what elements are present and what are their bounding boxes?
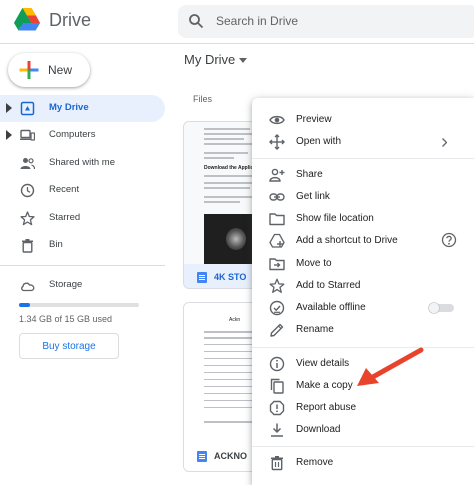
menu-item-label: Remove — [296, 457, 334, 468]
help-icon[interactable] — [441, 232, 457, 248]
info-icon — [269, 356, 285, 372]
storage-label: Storage — [49, 279, 83, 290]
plus-icon — [19, 61, 39, 79]
person-add-icon — [269, 168, 285, 182]
storage-usage-bar — [19, 303, 139, 307]
download-icon — [271, 423, 283, 437]
folder-icon — [269, 213, 285, 226]
caret-down-icon[interactable] — [239, 58, 247, 63]
open-with-icon — [269, 134, 285, 150]
pencil-icon — [270, 323, 284, 337]
eye-icon — [269, 115, 285, 125]
menu-divider — [252, 446, 474, 447]
buy-storage-label: Buy storage — [42, 341, 96, 352]
menu-item-preview[interactable]: Preview — [252, 109, 474, 131]
docs-icon — [197, 451, 207, 462]
page-title[interactable]: My Drive — [184, 52, 235, 67]
storage-usage-text: 1.34 GB of 15 GB used — [19, 314, 113, 324]
star-icon — [20, 211, 35, 226]
file-name: 4K STO — [214, 272, 247, 282]
menu-item-label: Add a shortcut to Drive — [296, 235, 398, 246]
menu-item-move-to[interactable]: Move to — [252, 253, 474, 275]
menu-divider — [252, 158, 474, 159]
menu-item-show-file-location[interactable]: Show file location — [252, 208, 474, 230]
star-icon — [269, 278, 285, 293]
sidebar-item-label: Starred — [49, 212, 81, 223]
file-name: ACKNO — [214, 451, 247, 461]
chevron-right-icon — [442, 138, 447, 147]
sidebar-item-label: Computers — [49, 129, 96, 140]
brand-name: Drive — [49, 10, 92, 30]
files-section-label: Files — [193, 94, 213, 104]
search-icon[interactable] — [188, 13, 204, 29]
new-button[interactable]: New — [8, 53, 90, 87]
menu-item-label: Make a copy — [296, 380, 353, 391]
bin-icon — [22, 239, 33, 253]
search-input[interactable]: Search in Drive — [216, 14, 298, 28]
thumbnail-heading: Download the Applic — [204, 165, 254, 171]
sidebar-item-computers[interactable]: Computers — [0, 122, 165, 149]
expand-arrow-icon[interactable] — [6, 103, 12, 113]
menu-item-label: Add to Starred — [296, 280, 361, 291]
menu-item-label: Move to — [296, 258, 332, 269]
drive-logo-icon[interactable] — [14, 8, 40, 32]
offline-icon — [269, 300, 285, 316]
sidebar-item-label: My Drive — [49, 102, 89, 113]
menu-item-label: Report abuse — [296, 402, 357, 413]
menu-item-add-shortcut[interactable]: Add a shortcut to Drive — [252, 230, 474, 252]
move-to-icon — [269, 258, 285, 271]
search-bar[interactable]: Search in Drive — [178, 5, 474, 38]
menu-item-label: Share — [296, 169, 323, 180]
annotation-arrow-icon — [357, 347, 424, 386]
cloud-icon — [21, 282, 35, 292]
buy-storage-button[interactable]: Buy storage — [19, 333, 119, 359]
menu-item-add-to-starred[interactable]: Add to Starred — [252, 275, 474, 297]
thumbnail-heading: Ackn — [229, 317, 241, 323]
menu-item-remove[interactable]: Remove — [252, 452, 474, 474]
sidebar-item-label: Bin — [49, 239, 63, 250]
sidebar-item-recent[interactable]: Recent — [0, 177, 165, 204]
sidebar-item-label: Recent — [49, 184, 80, 195]
menu-item-label: Available offline — [296, 302, 366, 313]
menu-item-rename[interactable]: Rename — [252, 319, 474, 341]
clock-icon — [20, 183, 35, 198]
menu-item-share[interactable]: Share — [252, 164, 474, 186]
sidebar-item-label: Shared with me — [49, 157, 116, 168]
menu-item-label: Rename — [296, 324, 334, 335]
computers-icon — [20, 129, 35, 141]
sidebar-item-my-drive[interactable]: My Drive — [0, 95, 165, 122]
storage-usage-fill — [19, 303, 30, 307]
sidebar-divider — [0, 265, 165, 266]
sidebar-item-shared-with-me[interactable]: Shared with me — [0, 150, 165, 177]
menu-item-label: Download — [296, 424, 341, 435]
menu-item-label: Preview — [296, 114, 332, 125]
shortcut-icon — [269, 233, 285, 248]
menu-item-available-offline[interactable]: Available offline — [252, 297, 474, 319]
new-button-label: New — [48, 63, 73, 77]
menu-item-download[interactable]: Download — [252, 419, 474, 441]
offline-toggle[interactable] — [428, 302, 456, 314]
report-icon — [269, 400, 285, 416]
top-bar: Drive Search in Drive — [0, 0, 474, 44]
file-card[interactable]: Ackn ACKNO — [183, 302, 263, 472]
menu-item-open-with[interactable]: Open with — [252, 131, 474, 153]
menu-item-label: Open with — [296, 136, 342, 147]
menu-item-label: Get link — [296, 191, 330, 202]
copy-icon — [270, 378, 284, 394]
docs-icon — [197, 272, 207, 283]
menu-item-label: Show file location — [296, 213, 374, 224]
menu-item-report-abuse[interactable]: Report abuse — [252, 397, 474, 419]
link-icon — [269, 193, 285, 201]
context-menu: Preview Open with Share Get link Show fi… — [252, 98, 474, 485]
sidebar-item-storage[interactable]: Storage — [0, 272, 165, 299]
sidebar-item-starred[interactable]: Starred — [0, 205, 165, 232]
shared-icon — [20, 158, 35, 170]
my-drive-icon — [20, 101, 35, 116]
sidebar-item-bin[interactable]: Bin — [0, 232, 165, 259]
menu-item-label: View details — [296, 358, 350, 369]
menu-item-get-link[interactable]: Get link — [252, 186, 474, 208]
trash-icon — [271, 456, 283, 471]
expand-arrow-icon[interactable] — [6, 130, 12, 140]
file-card[interactable]: Download the Applic 4K STO — [183, 121, 263, 289]
